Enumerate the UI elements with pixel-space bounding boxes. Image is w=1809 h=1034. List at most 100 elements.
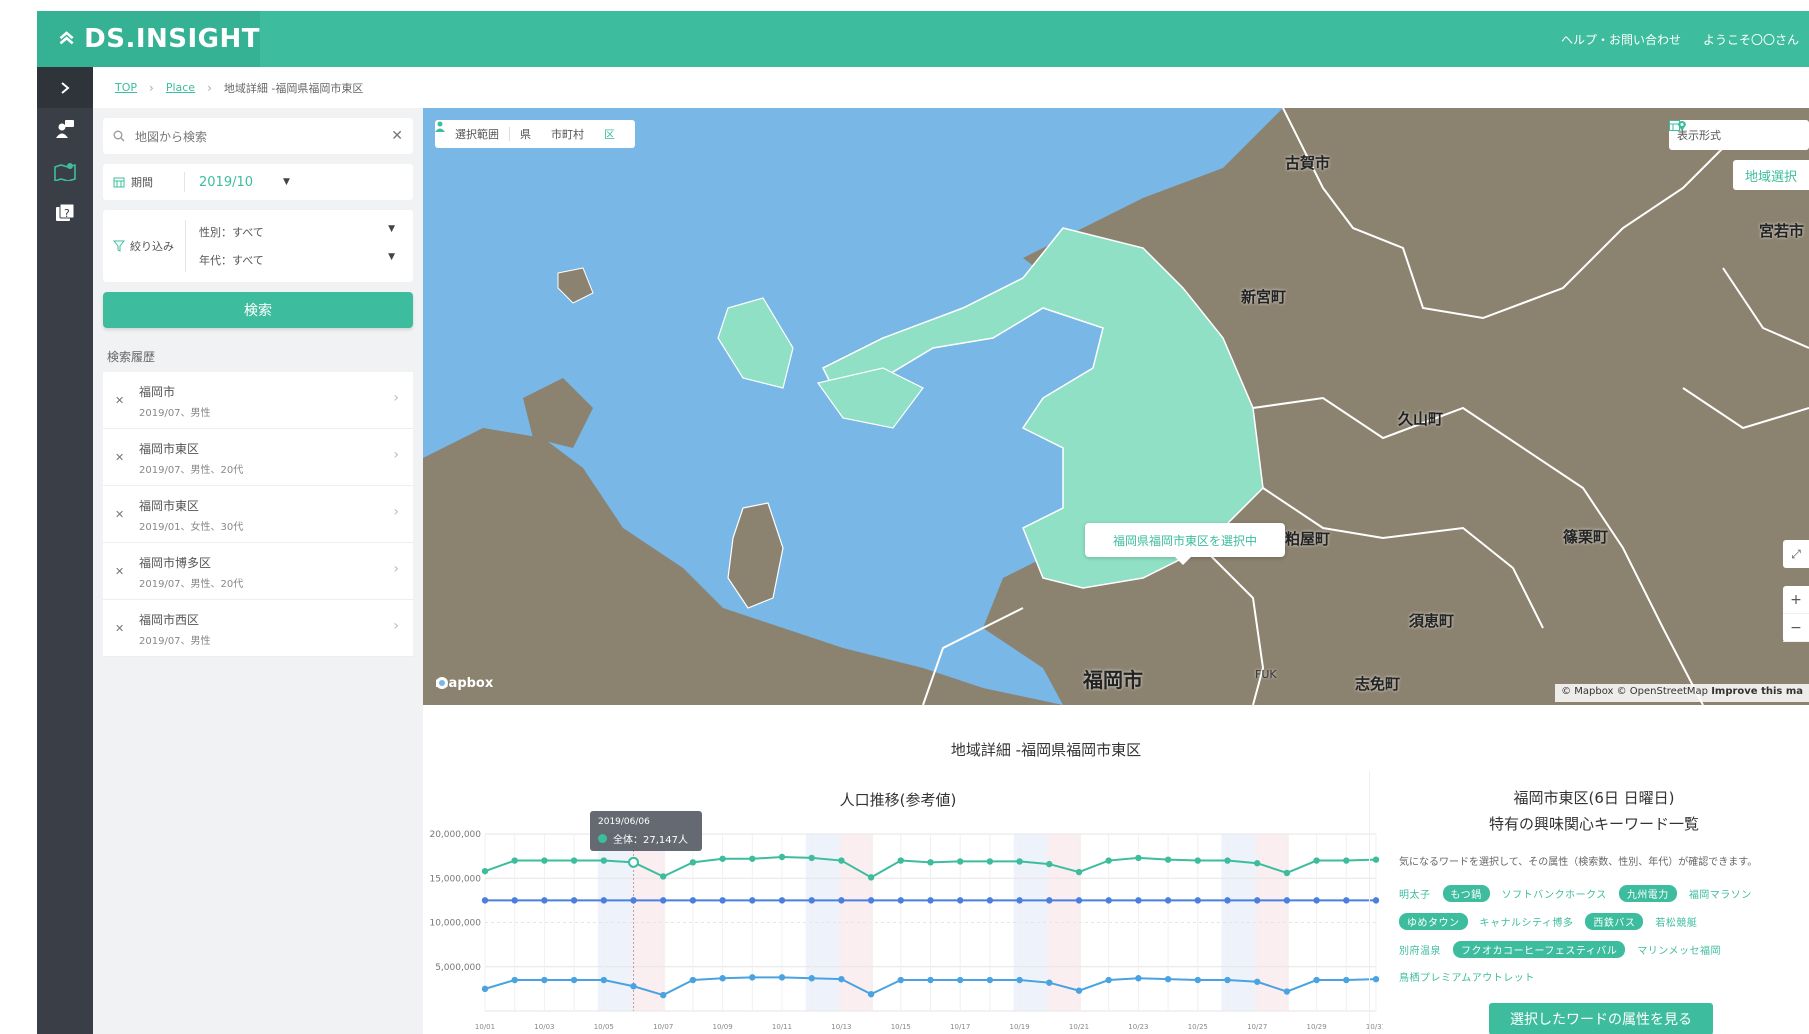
x-tick-label: 10/07 (653, 1023, 673, 1031)
rail-item-help[interactable]: ? (37, 192, 93, 234)
keyword-tag[interactable]: 鳥栖プレミアムアウトレット (1399, 969, 1535, 984)
logo[interactable]: DS.INSIGHT (37, 11, 260, 67)
data-point (957, 897, 964, 904)
fullscreen-button[interactable]: ⤢ (1783, 540, 1809, 568)
data-point (986, 897, 994, 904)
map-label-kasuya: 粕屋町 (1285, 530, 1331, 548)
keyword-tag[interactable]: 明太子 (1399, 886, 1431, 901)
map-label-koga: 古賀市 (1285, 154, 1331, 172)
help-link[interactable]: ヘルプ・お問い合わせ (1561, 31, 1681, 48)
data-point (1075, 987, 1083, 994)
history-detail: 2019/07、男性 (139, 636, 211, 647)
data-point (689, 859, 697, 866)
mapbox-logo[interactable]: mapbox (435, 676, 493, 691)
data-point (511, 976, 518, 984)
list-item[interactable]: ✕ 福岡市 2019/07、男性 › (103, 372, 413, 429)
period-value: 2019/10 (199, 174, 254, 190)
breadcrumb-current: 地域詳細 -福岡県福岡市東区 (223, 81, 364, 95)
chevron-right-icon (61, 81, 70, 94)
list-item[interactable]: ✕ 福岡市東区 2019/07、男性、20代 › (103, 429, 413, 486)
data-point (1343, 857, 1350, 864)
map-label-fukuoka: 福岡市 (1083, 668, 1143, 692)
expand-rail-button[interactable] (37, 67, 93, 108)
list-item[interactable]: ✕ 福岡市東区 2019/01、女性、30代 › (103, 486, 413, 543)
attribution-improve[interactable]: Improve this ma (1711, 686, 1803, 697)
zoom-out-button[interactable]: − (1783, 614, 1809, 642)
display-format-button[interactable]: 表示形式 (1669, 120, 1809, 150)
remove-icon[interactable]: ✕ (115, 451, 124, 464)
x-tick-label: 10/13 (831, 1023, 851, 1031)
breadcrumb-place[interactable]: Place (166, 81, 195, 94)
clear-icon[interactable]: ✕ (391, 128, 403, 144)
remove-icon[interactable]: ✕ (115, 508, 124, 521)
map-label-airport: FUK (1255, 668, 1277, 681)
data-point (808, 854, 815, 862)
chevron-right-icon: › (393, 618, 399, 634)
data-point (927, 859, 934, 866)
map-label-sasaguri: 篠栗町 (1563, 528, 1609, 546)
people-icon (435, 121, 445, 132)
gender-select[interactable]: 性別：すべて ▼ (199, 224, 395, 240)
data-point (1343, 897, 1350, 904)
keyword-tag[interactable]: マリンメッセ福岡 (1637, 942, 1721, 957)
data-point (1194, 976, 1201, 984)
data-point (778, 897, 786, 904)
map-label-shime: 志免町 (1355, 675, 1401, 693)
y-tick-label: 5,000,000 (435, 963, 481, 973)
data-point (1194, 897, 1201, 904)
keyword-tag[interactable]: ソフトバンクホークス (1502, 886, 1607, 901)
keyword-tag[interactable]: もつ鍋 (1442, 885, 1490, 902)
data-point (927, 976, 934, 984)
data-point (897, 976, 904, 984)
user-greeting[interactable]: ようこそ〇〇さん (1703, 31, 1799, 48)
keyword-tag[interactable]: 別府温泉 (1399, 942, 1441, 957)
chart-tooltip: 2019/06/06 全体：27,147人 (590, 811, 702, 851)
zoom-in-button[interactable]: + (1783, 586, 1809, 614)
data-point (660, 991, 667, 999)
data-point (1254, 978, 1261, 985)
keyword-tag[interactable]: 若松競艇 (1655, 914, 1697, 929)
keyword-tag[interactable]: 西鉄バス (1585, 913, 1644, 930)
history-title: 検索履歴 (107, 350, 156, 364)
rail-item-users[interactable] (37, 108, 93, 150)
remove-icon[interactable]: ✕ (115, 565, 124, 578)
location-pin-icon[interactable] (1677, 120, 1687, 132)
data-point (957, 976, 964, 984)
scope-city[interactable]: 市町村 (541, 126, 594, 142)
keyword-tag[interactable]: フクオカコーヒーフェスティバル (1453, 941, 1626, 958)
scope-label: 選択範囲 (455, 128, 499, 141)
keyword-tag[interactable]: キャナルシティ博多 (1480, 914, 1574, 929)
search-button[interactable]: 検索 (103, 292, 413, 328)
keyword-tag[interactable]: ゆめタウン (1399, 913, 1468, 930)
list-item[interactable]: ✕ 福岡市博多区 2019/07、男性、20代 › (103, 543, 413, 600)
breadcrumb-top[interactable]: TOP (115, 81, 137, 94)
remove-icon[interactable]: ✕ (115, 394, 124, 407)
zoom-control: + − (1783, 586, 1809, 642)
y-tick-label: 20,000,000 (429, 830, 481, 840)
scope-ward[interactable]: 区 (594, 126, 625, 142)
keyword-tag[interactable]: 九州電力 (1618, 885, 1677, 902)
data-point (719, 975, 726, 982)
age-select[interactable]: 年代：すべて ▼ (199, 252, 395, 268)
remove-icon[interactable]: ✕ (115, 622, 124, 635)
map-view[interactable]: 選択範囲 県 市町村 区 表示形式 地域選択 福岡県福岡市東区を選択中 古賀市 … (423, 108, 1809, 705)
list-item[interactable]: ✕ 福岡市西区 2019/07、男性 › (103, 600, 413, 657)
keyword-tag[interactable]: 福岡マラソン (1689, 886, 1752, 901)
view-attributes-button[interactable]: 選択したワードの属性を見る (1489, 1003, 1713, 1034)
chart-svg[interactable]: 20,000,000 15,000,000 10,000,000 5,000,000 1… (423, 771, 1383, 1034)
keyword-row: 鳥栖プレミアムアウトレット (1399, 969, 1535, 984)
search-icon (113, 130, 125, 142)
map-canvas[interactable] (423, 108, 1809, 705)
attribution-osm[interactable]: © Mapbox © OpenStreetMap (1561, 686, 1708, 697)
period-select[interactable]: 期間 2019/10 ▼ (103, 164, 413, 200)
data-point (719, 855, 726, 862)
data-point (957, 858, 964, 865)
keyword-description: 気になるワードを選択して、その属性（検索数、性別、年代）が確認できます。 (1399, 857, 1758, 868)
x-tick-label: 10/19 (1010, 1023, 1030, 1031)
region-select-button[interactable]: 地域選択 (1733, 160, 1809, 190)
map-search-input[interactable]: 地図から検索 ✕ (103, 118, 413, 154)
scope-pref[interactable]: 県 (510, 126, 541, 142)
data-point (719, 897, 726, 904)
rail-item-place[interactable] (37, 150, 93, 192)
data-point (927, 897, 934, 904)
